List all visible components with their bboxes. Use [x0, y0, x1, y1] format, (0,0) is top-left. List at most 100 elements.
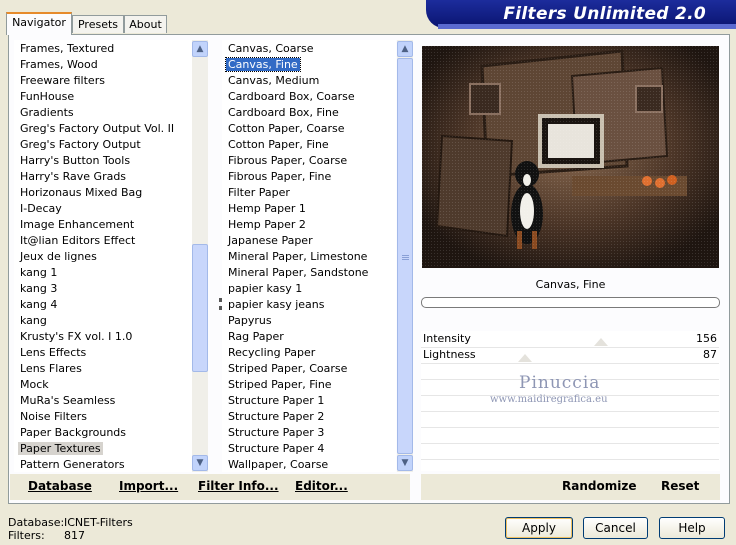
editor-button[interactable]: Editor...	[295, 474, 348, 498]
category-list-item[interactable]: Paper Textures	[18, 441, 103, 457]
database-button[interactable]: Database	[28, 474, 92, 498]
filter-list-item[interactable]: Cardboard Box, Fine	[226, 105, 341, 121]
filter-list-item[interactable]: Hemp Paper 1	[226, 201, 308, 217]
category-list-item[interactable]: Krusty's FX vol. I 1.0	[18, 329, 134, 345]
category-list-item[interactable]: Horizonaus Mixed Bag	[18, 185, 144, 201]
tab-presets[interactable]: Presets	[72, 15, 124, 33]
category-list-item[interactable]: Paper Backgrounds	[18, 425, 128, 441]
filter-list-item[interactable]: Striped Paper, Coarse	[226, 361, 349, 377]
scroll-thumb[interactable]	[192, 244, 208, 372]
category-list-item[interactable]: kang	[18, 313, 49, 329]
filter-list-item[interactable]: Cardboard Box, Coarse	[226, 89, 357, 105]
filter-list-item[interactable]: Recycling Paper	[226, 345, 317, 361]
category-list[interactable]: Frames, Textured Frames, Wood Freeware fil…	[14, 40, 192, 472]
list-item-label: Lens Flares	[20, 362, 82, 375]
category-list-item[interactable]: Pattern Generators	[18, 457, 127, 472]
watermark-url: www.maidiregrafica.eu	[490, 394, 608, 405]
filter-list[interactable]: Canvas, Coarse Canvas, Fine Canvas, Medium…	[222, 40, 396, 472]
filter-list-item[interactable]: Rag Paper	[226, 329, 286, 345]
list-item-label: Striped Paper, Coarse	[228, 362, 348, 375]
category-list-item[interactable]: Greg's Factory Output Vol. II	[18, 121, 176, 137]
preview-image	[422, 46, 719, 268]
category-list-item[interactable]: Noise Filters	[18, 409, 89, 425]
list-item-label: Harry's Button Tools	[20, 154, 131, 167]
list-item-label: Canvas, Medium	[228, 74, 320, 87]
category-list-item[interactable]: It@lian Editors Effect	[18, 233, 137, 249]
category-list-item[interactable]: kang 1	[18, 265, 59, 281]
cancel-button[interactable]: Cancel	[583, 517, 648, 539]
category-list-item[interactable]: Lens Flares	[18, 361, 84, 377]
intensity-slider[interactable]: Intensity 156	[421, 331, 719, 347]
category-list-item[interactable]: Frames, Textured	[18, 41, 116, 57]
category-list-item[interactable]: kang 4	[18, 297, 59, 313]
help-button[interactable]: Help	[659, 517, 725, 539]
category-list-item[interactable]: I-Decay	[18, 201, 64, 217]
tab-navigator[interactable]: Navigator	[6, 12, 72, 35]
scroll-up-icon[interactable]: ▲	[192, 41, 208, 57]
tab-about[interactable]: About	[124, 15, 167, 33]
category-list-item[interactable]: Greg's Factory Output	[18, 137, 143, 153]
filter-list-item[interactable]: Cotton Paper, Fine	[226, 137, 331, 153]
banner: Filters Unlimited 2.0	[426, 0, 736, 32]
filter-list-item[interactable]: Cotton Paper, Coarse	[226, 121, 347, 137]
category-scrollbar[interactable]: ▲ ▼	[192, 40, 208, 472]
category-list-item[interactable]: Jeux de lignes	[18, 249, 99, 265]
watermark-title: Pinuccia	[519, 373, 601, 393]
filter-list-item[interactable]: Striped Paper, Fine	[226, 377, 334, 393]
filter-list-item[interactable]: Structure Paper 3	[226, 425, 326, 441]
category-list-item[interactable]: Freeware filters	[18, 73, 107, 89]
filter-list-item[interactable]: Canvas, Coarse	[226, 41, 316, 57]
category-list-item[interactable]: Harry's Button Tools	[18, 153, 132, 169]
list-item-label: Canvas, Coarse	[228, 42, 314, 55]
list-item-label: Striped Paper, Fine	[228, 378, 332, 391]
filter-list-item[interactable]: Hemp Paper 2	[226, 217, 308, 233]
filter-list-item[interactable]: Fibrous Paper, Fine	[226, 169, 333, 185]
apply-button[interactable]: Apply	[505, 517, 573, 539]
list-item-label: Japanese Paper	[228, 234, 313, 247]
filter-list-item[interactable]: Filter Paper	[226, 185, 292, 201]
intensity-slider-thumb[interactable]	[594, 338, 609, 346]
category-list-item[interactable]: Gradients	[18, 105, 76, 121]
lightness-slider[interactable]: Lightness 87	[421, 347, 719, 363]
scroll-up-icon[interactable]: ▲	[397, 41, 413, 57]
list-item-label: Fibrous Paper, Fine	[228, 170, 332, 183]
toolbar-right: Randomize Reset	[421, 474, 720, 500]
filter-list-item[interactable]: Fibrous Paper, Coarse	[226, 153, 349, 169]
scroll-thumb[interactable]	[397, 58, 413, 454]
list-item-label: Cardboard Box, Coarse	[228, 90, 355, 103]
category-list-item[interactable]: Frames, Wood	[18, 57, 100, 73]
filter-list-item[interactable]: Mineral Paper, Sandstone	[226, 265, 370, 281]
filter-list-item[interactable]: Structure Paper 2	[226, 409, 326, 425]
category-list-item[interactable]: kang 3	[18, 281, 59, 297]
banner-title: Filters Unlimited 2.0	[503, 4, 706, 24]
reset-button[interactable]: Reset	[661, 474, 699, 498]
intensity-value: 156	[696, 332, 717, 345]
filter-scrollbar[interactable]: ▲ ▼	[397, 40, 413, 472]
filter-list-item[interactable]: papier kasy jeans	[226, 297, 326, 313]
filter-list-item[interactable]: Canvas, Medium	[226, 73, 321, 89]
filter-list-item[interactable]: Canvas, Fine	[225, 57, 301, 73]
filter-list-item[interactable]: papier kasy 1	[226, 281, 304, 297]
category-list-item[interactable]: MuRa's Seamless	[18, 393, 117, 409]
category-list-item[interactable]: Harry's Rave Grads	[18, 169, 128, 185]
filter-list-item[interactable]: Wallpaper, Coarse	[226, 457, 330, 472]
filter-list-item[interactable]: Japanese Paper	[226, 233, 315, 249]
scroll-down-icon[interactable]: ▼	[397, 455, 413, 471]
lightness-slider-thumb[interactable]	[517, 354, 532, 362]
intensity-label: Intensity	[423, 332, 471, 345]
drag-handle-icon[interactable]	[219, 298, 225, 310]
list-item-label: kang	[20, 314, 47, 327]
scroll-down-icon[interactable]: ▼	[192, 455, 208, 471]
filter-list-item[interactable]: Structure Paper 1	[226, 393, 326, 409]
filter-list-item[interactable]: Mineral Paper, Limestone	[226, 249, 369, 265]
category-list-item[interactable]: Mock	[18, 377, 51, 393]
filter-info-button[interactable]: Filter Info...	[198, 474, 279, 498]
category-list-item[interactable]: Lens Effects	[18, 345, 88, 361]
filter-list-item[interactable]: Papyrus	[226, 313, 274, 329]
import-button[interactable]: Import...	[119, 474, 178, 498]
category-list-item[interactable]: FunHouse	[18, 89, 76, 105]
category-list-item[interactable]: Image Enhancement	[18, 217, 136, 233]
filter-list-item[interactable]: Structure Paper 4	[226, 441, 326, 457]
randomize-button[interactable]: Randomize	[562, 474, 636, 498]
list-item-label: kang 1	[20, 266, 58, 279]
